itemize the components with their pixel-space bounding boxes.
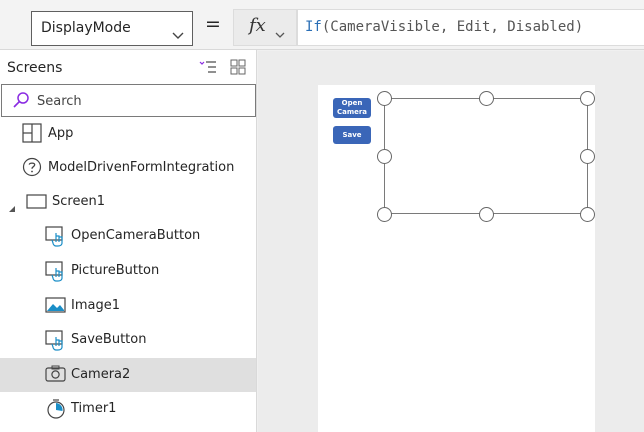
camera-control-selected[interactable] — [377, 91, 595, 222]
search-box[interactable] — [1, 84, 256, 117]
tree-item-label: ModelDrivenFormIntegration — [48, 160, 235, 175]
canvas-screen[interactable]: Open Camera Save — [318, 85, 595, 432]
formula-function: If — [305, 19, 322, 35]
tree-item-label: Image1 — [71, 298, 120, 313]
tree-item-label: Camera2 — [71, 367, 131, 382]
resize-handle-bottom-right[interactable] — [580, 207, 595, 222]
button-icon — [45, 260, 67, 286]
save-button[interactable]: Save — [333, 126, 371, 144]
tree-item-savebutton[interactable]: SaveButton — [0, 323, 256, 357]
chevron-down-icon — [172, 25, 184, 44]
tree-item-app[interactable]: App — [0, 117, 256, 151]
resize-handle-left[interactable] — [377, 149, 392, 164]
property-dropdown[interactable]: DisplayMode — [31, 11, 193, 46]
tree-view-icon[interactable] — [199, 59, 217, 79]
image-icon — [45, 295, 67, 319]
button-icon — [45, 329, 67, 355]
grid-view-icon[interactable] — [230, 59, 246, 79]
formula-text: If(CameraVisible, Edit, Disabled) — [305, 19, 583, 35]
timer-icon — [45, 398, 67, 424]
panel-title: Screens — [7, 60, 63, 76]
tree-item-label: SaveButton — [71, 332, 147, 347]
tree-item-modeldrivenformintegration[interactable]: ModelDrivenFormIntegration — [0, 151, 256, 185]
tree-item-camera2[interactable]: Camera2 — [0, 358, 256, 392]
tree-item-label: Screen1 — [52, 194, 105, 209]
canvas-area: Open Camera Save — [258, 51, 644, 432]
formula-bar: DisplayMode = fx If(CameraVisible, Edit,… — [0, 0, 644, 50]
open-camera-label-line1: Open — [341, 99, 363, 107]
tree-item-label: OpenCameraButton — [71, 228, 201, 243]
resize-handle-top-left[interactable] — [377, 91, 392, 106]
property-dropdown-value: DisplayMode — [41, 20, 131, 36]
fx-icon: fx — [249, 15, 266, 36]
formula-args: (CameraVisible, Edit, Disabled) — [321, 19, 584, 35]
app-grid-icon — [22, 123, 42, 147]
tree-item-opencamerabutton[interactable]: OpenCameraButton — [0, 219, 256, 253]
tree-item-label: Timer1 — [71, 401, 117, 416]
open-camera-button[interactable]: Open Camera — [333, 98, 371, 118]
button-icon — [45, 225, 67, 251]
resize-handle-bottom[interactable] — [479, 207, 494, 222]
equals-sign: = — [205, 13, 221, 35]
tree-item-label: App — [48, 126, 74, 141]
tree-item-picturebutton[interactable]: PictureButton — [0, 254, 256, 288]
chevron-down-icon — [275, 24, 285, 43]
fx-button[interactable]: fx — [233, 9, 297, 46]
resize-handle-right[interactable] — [580, 149, 595, 164]
help-circle-icon — [22, 157, 42, 181]
formula-input[interactable]: If(CameraVisible, Edit, Disabled) — [297, 9, 644, 46]
camera-icon — [45, 364, 67, 388]
collapse-triangle-icon[interactable] — [8, 198, 16, 217]
open-camera-label-line2: Camera — [336, 108, 368, 116]
screens-panel: Screens Search App ModelDrivenFormIntegr… — [0, 50, 257, 432]
search-input[interactable] — [37, 91, 237, 111]
screen-icon — [26, 191, 48, 215]
tree-item-timer1[interactable]: Timer1 — [0, 392, 256, 426]
tree-item-image1[interactable]: Image1 — [0, 289, 256, 323]
tree-item-label: PictureButton — [71, 263, 160, 278]
search-icon — [12, 91, 30, 113]
tree-item-screen1[interactable]: Screen1 — [0, 185, 256, 219]
resize-handle-top-right[interactable] — [580, 91, 595, 106]
resize-handle-top[interactable] — [479, 91, 494, 106]
resize-handle-bottom-left[interactable] — [377, 207, 392, 222]
